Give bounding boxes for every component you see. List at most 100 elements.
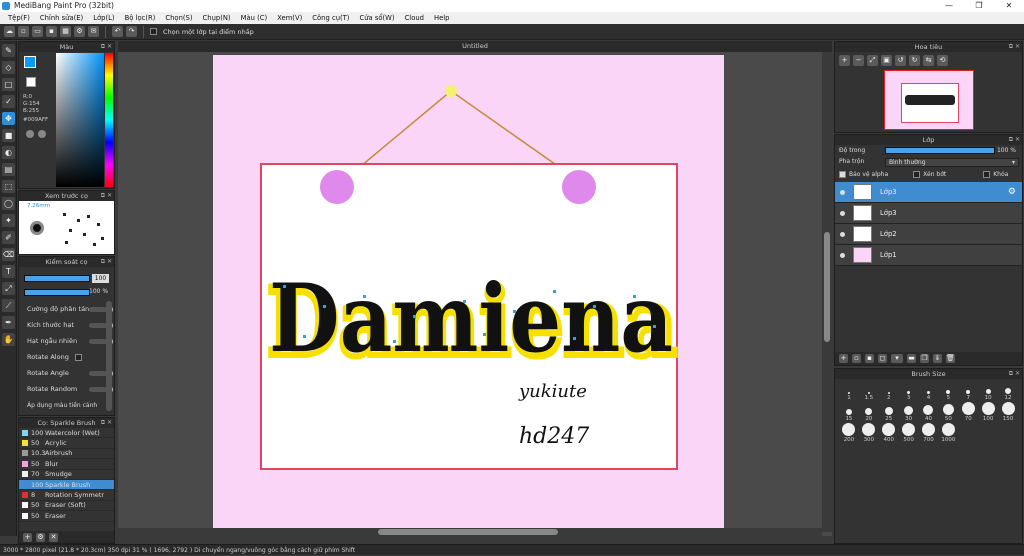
- particle-random-row[interactable]: Hạt ngẫu nhiên: [19, 333, 113, 349]
- brush-size-value[interactable]: 100: [92, 274, 109, 283]
- brush-size-slider[interactable]: [24, 275, 90, 282]
- zoom-out-icon[interactable]: −: [853, 55, 864, 66]
- brush-opacity-slider[interactable]: [24, 289, 90, 296]
- menu-snap[interactable]: Chụp(N): [198, 12, 236, 24]
- brush-settings-icon[interactable]: ⚙: [36, 532, 45, 542]
- delete-layer-icon[interactable]: 🗑: [946, 354, 955, 363]
- menu-view[interactable]: Xem(V): [272, 12, 307, 24]
- duplicate-layer-icon[interactable]: ❐: [920, 354, 929, 363]
- menu-tools[interactable]: Công cụ(T): [307, 12, 354, 24]
- redo-icon[interactable]: ↷: [126, 26, 137, 37]
- layer-settings-gear-icon[interactable]: ⚙: [1008, 187, 1016, 197]
- visibility-eye-icon[interactable]: [840, 231, 845, 237]
- brush-size-option[interactable]: 200: [839, 423, 859, 443]
- eyedropper-icon[interactable]: ⟋: [2, 299, 15, 312]
- particle-size-row[interactable]: Kích thước hạt: [19, 317, 113, 333]
- new-file-icon[interactable]: ▫: [18, 26, 29, 37]
- rotate-right-icon[interactable]: ↻: [909, 55, 920, 66]
- magic-wand-icon[interactable]: ✦: [2, 214, 15, 227]
- panel-close-icon[interactable]: ⧉ ✕: [1009, 135, 1020, 145]
- actual-size-icon[interactable]: ▣: [881, 55, 892, 66]
- brush-size-option[interactable]: 400: [879, 423, 899, 443]
- brush-size-option[interactable]: 3: [899, 381, 919, 401]
- settings-icon[interactable]: ⚙: [74, 26, 85, 37]
- brush-tool-icon[interactable]: ✎: [2, 44, 15, 57]
- brush-size-option[interactable]: 4: [919, 381, 939, 401]
- new-halftone-layer-icon[interactable]: ▫: [852, 354, 861, 363]
- brush-size-option[interactable]: 700: [919, 423, 939, 443]
- operation-tool-icon[interactable]: ⤢: [2, 282, 15, 295]
- layer-row[interactable]: Lớp1: [835, 245, 1022, 266]
- new-layer-icon[interactable]: +: [839, 354, 848, 363]
- brush-list-item[interactable]: 100 Watercolor (Wet): [19, 428, 114, 439]
- minimize-button[interactable]: —: [934, 0, 964, 12]
- merge-layer-icon[interactable]: ⇓: [933, 354, 942, 363]
- vertical-scrollbar[interactable]: [822, 52, 832, 532]
- panel-close-icon[interactable]: ⧉ ✕: [101, 42, 112, 52]
- brush-size-option[interactable]: 30: [899, 402, 919, 422]
- brush-list-item[interactable]: 50 Acrylic: [19, 438, 114, 449]
- palette-icon[interactable]: [26, 130, 34, 138]
- brush-size-option[interactable]: 300: [859, 423, 879, 443]
- menu-edit[interactable]: Chỉnh sửa(E): [35, 12, 88, 24]
- brush-size-option[interactable]: 25: [879, 402, 899, 422]
- zoom-in-icon[interactable]: +: [839, 55, 850, 66]
- drawing-canvas[interactable]: Damiena Damiena yukiute hd247: [213, 55, 724, 531]
- brush-size-option[interactable]: 50: [938, 402, 958, 422]
- menu-select[interactable]: Chọn(S): [160, 12, 197, 24]
- scatter-strength-row[interactable]: Cường độ phân tán: [19, 301, 113, 317]
- brush-size-option[interactable]: 1: [839, 381, 859, 401]
- layer-type-dropdown-icon[interactable]: ▾: [891, 354, 903, 363]
- brush-size-option[interactable]: 20: [859, 402, 879, 422]
- hue-slider[interactable]: [105, 53, 113, 187]
- text-tool-icon[interactable]: T: [2, 265, 15, 278]
- brush-size-option[interactable]: 10: [978, 381, 998, 401]
- panel-close-icon[interactable]: ⧉ ✕: [1009, 42, 1020, 52]
- maximize-button[interactable]: ❐: [964, 0, 994, 12]
- save-icon[interactable]: ▪: [46, 26, 57, 37]
- rotate-along-checkbox[interactable]: [74, 353, 82, 361]
- brush-size-option[interactable]: 2: [879, 381, 899, 401]
- new-8bit-layer-icon[interactable]: ▪: [865, 354, 874, 363]
- layer-opacity-slider[interactable]: [885, 147, 995, 154]
- layer-row[interactable]: Lớp3 ⚙: [835, 182, 1022, 203]
- rotate-angle-row[interactable]: Rotate Angle: [19, 365, 113, 381]
- clipping-checkbox[interactable]: [913, 170, 921, 178]
- visibility-eye-icon[interactable]: [840, 189, 845, 195]
- panel-close-icon[interactable]: ⧉ ✕: [1009, 369, 1020, 379]
- chat-icon[interactable]: ✉: [88, 26, 99, 37]
- eyedropper-color-icon[interactable]: [38, 130, 46, 138]
- brush-list-item[interactable]: 70 Smudge: [19, 470, 114, 480]
- menu-layer[interactable]: Lớp(L): [88, 12, 119, 24]
- saturation-value-picker[interactable]: [56, 53, 104, 187]
- layer-row[interactable]: Lớp3: [835, 203, 1022, 224]
- layer-row[interactable]: Lớp2: [835, 224, 1022, 245]
- undo-icon[interactable]: ↶: [112, 26, 123, 37]
- lock-checkbox[interactable]: [983, 170, 991, 178]
- horizontal-scrollbar[interactable]: [118, 528, 822, 536]
- background-color-swatch[interactable]: [26, 77, 36, 87]
- menu-help[interactable]: Help: [429, 12, 455, 24]
- gradient-tool-icon[interactable]: ▤: [2, 163, 15, 176]
- canvas-area[interactable]: Untitled Damiena Damiena yukiute hd247: [118, 41, 832, 536]
- reset-view-icon[interactable]: ⟲: [937, 55, 948, 66]
- panel-close-icon[interactable]: ⧉ ✕: [101, 191, 112, 201]
- new-1bit-layer-icon[interactable]: ◻: [878, 354, 887, 363]
- brush-list-item[interactable]: 10.3 Airbrush: [19, 449, 114, 460]
- blend-mode-select[interactable]: Bình thường ▾: [885, 158, 1019, 167]
- brush-list-item[interactable]: 50 Eraser: [19, 511, 114, 522]
- open-file-icon[interactable]: ▭: [32, 26, 43, 37]
- brush-size-option[interactable]: 40: [919, 402, 939, 422]
- brush-control-scrollbar[interactable]: [106, 301, 112, 411]
- document-tab[interactable]: Untitled: [118, 41, 832, 52]
- menu-window[interactable]: Cửa sổ(W): [354, 12, 399, 24]
- select-eraser-icon[interactable]: ⌫: [2, 248, 15, 261]
- select-pen-icon[interactable]: ✐: [2, 231, 15, 244]
- lasso-tool-icon[interactable]: ◯: [2, 197, 15, 210]
- brush-list-item[interactable]: 100 Sparkle Brush: [19, 479, 114, 491]
- flip-icon[interactable]: ⇆: [923, 55, 934, 66]
- menu-color[interactable]: Màu (C): [236, 12, 273, 24]
- brush-size-option[interactable]: 1.5: [859, 381, 879, 401]
- rotate-random-row[interactable]: Rotate Random: [19, 381, 113, 397]
- brush-size-option[interactable]: 500: [899, 423, 919, 443]
